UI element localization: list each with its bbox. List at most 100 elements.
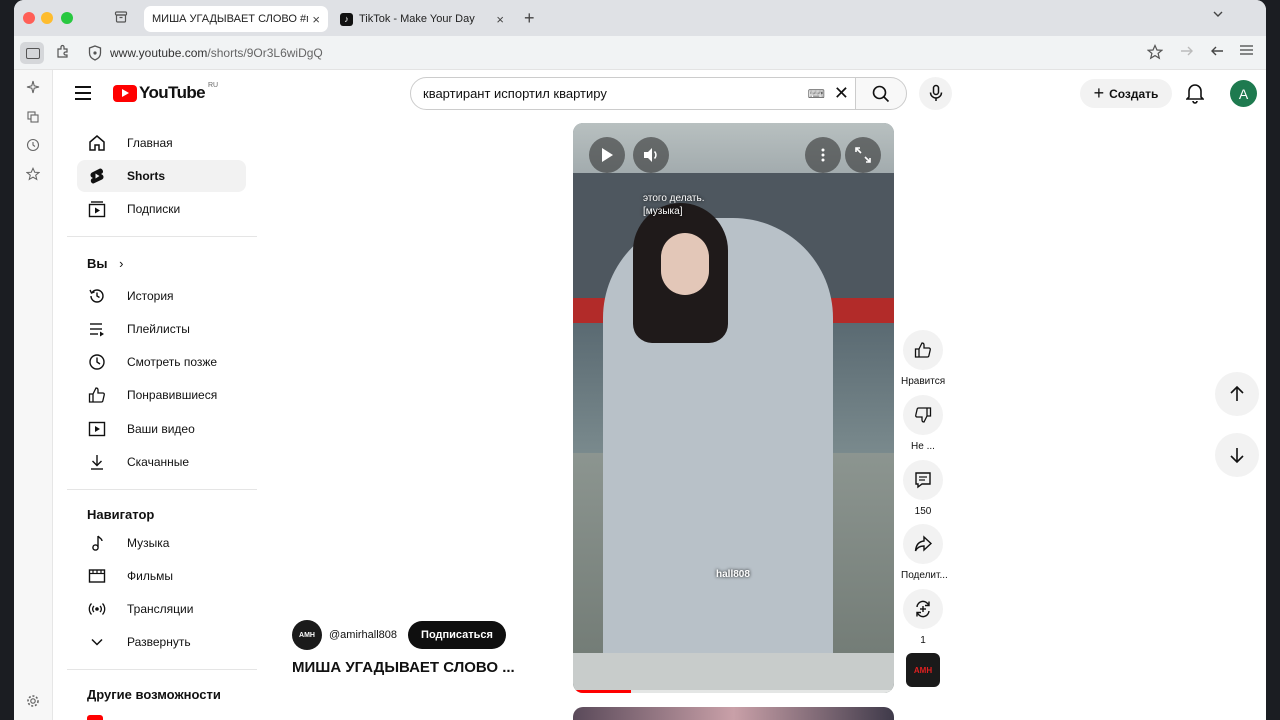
sidebar-item-films[interactable]: Фильмы	[77, 560, 246, 592]
live-icon	[87, 599, 107, 619]
tab-tiktok[interactable]: ♪ TikTok - Make Your Day ×	[332, 6, 512, 32]
download-icon	[87, 452, 107, 472]
remix-action: 1	[901, 589, 945, 646]
comments-button[interactable]	[903, 460, 943, 500]
create-button[interactable]: + Создать	[1080, 79, 1172, 108]
dislike-button[interactable]	[903, 395, 943, 435]
more-options-button[interactable]	[805, 137, 841, 173]
volume-button[interactable]	[633, 137, 669, 173]
channel-avatar[interactable]: AMH	[292, 620, 322, 650]
chevron-down-icon[interactable]	[1212, 8, 1224, 20]
previous-short-button[interactable]	[1215, 372, 1259, 416]
next-short-button[interactable]	[1215, 433, 1259, 477]
sidebar-item-live[interactable]: Трансляции	[77, 593, 246, 625]
collections-icon[interactable]	[26, 110, 42, 126]
thumb-up-icon	[87, 385, 107, 405]
tab-youtube[interactable]: МИША УГАДЫВАЕТ СЛОВО #м ×	[144, 6, 328, 89]
tab-archive-icon[interactable]	[114, 10, 130, 26]
search-button[interactable]	[855, 77, 907, 110]
subscriptions-icon	[87, 199, 107, 219]
sidebar-item-label: Подписки	[127, 202, 181, 216]
comments-count: 150	[914, 506, 932, 517]
fullscreen-button[interactable]	[845, 137, 881, 173]
sidebar-toggle-icon[interactable]	[20, 42, 44, 64]
more-vertical-icon	[821, 148, 825, 162]
youtube-page: YouTube RU квартирант испортил квартиру …	[53, 70, 1266, 720]
browser-side-rail	[14, 70, 53, 720]
share-button[interactable]	[903, 524, 943, 564]
account-avatar[interactable]: А	[1230, 80, 1257, 107]
browser-window: МИША УГАДЫВАЕТ СЛОВО #м × ♪ TikTok - Mak…	[14, 0, 1266, 720]
arrow-down-icon	[1230, 448, 1244, 464]
music-icon	[87, 533, 107, 553]
channel-thumbnail[interactable]: AMH	[906, 653, 940, 687]
sidebar-item-expand[interactable]: Развернуть	[77, 626, 246, 658]
remix-button[interactable]	[903, 589, 943, 629]
sidebar-item-label: Скачанные	[127, 455, 190, 469]
tab-bar: МИША УГАДЫВАЕТ СЛОВО #м × ♪ TikTok - Mak…	[14, 0, 1266, 89]
voice-search-button[interactable]	[919, 77, 952, 110]
play-button[interactable]	[589, 137, 625, 173]
favorites-star-icon[interactable]	[26, 167, 42, 183]
thumb-down-icon	[915, 407, 932, 423]
sidebar-item-subscriptions[interactable]: Подписки	[77, 193, 246, 225]
video-progress-fill	[573, 690, 631, 693]
channel-logo-text: AMH	[299, 631, 315, 639]
channel-logo-text: AMH	[913, 665, 933, 675]
sidebar-item-label: Ваши видео	[127, 422, 195, 436]
chevron-down-icon	[87, 632, 107, 652]
sidebar-item-music[interactable]: Музыка	[77, 527, 246, 559]
share-label: Поделит...	[901, 570, 948, 581]
sidebar-section-you[interactable]: Вы ›	[87, 256, 123, 271]
video-progress-bar[interactable]	[573, 690, 894, 693]
sidebar-item-label: Развернуть	[127, 635, 191, 649]
shield-icon[interactable]	[88, 45, 102, 61]
youtube-premium-icon[interactable]	[87, 715, 103, 720]
sidebar-item-history[interactable]: История	[77, 280, 246, 312]
like-button[interactable]	[903, 330, 943, 370]
sidebar-item-downloads[interactable]: Скачанные	[77, 446, 246, 478]
film-icon	[87, 566, 107, 586]
search-input[interactable]: квартирант испортил квартиру ⌨ ✕	[410, 77, 856, 110]
sidebar-item-watch-later[interactable]: Смотреть позже	[77, 346, 246, 378]
keyboard-icon[interactable]: ⌨	[808, 87, 825, 101]
sparkle-icon[interactable]	[26, 80, 42, 96]
next-short-preview[interactable]	[573, 707, 894, 720]
hamburger-menu-icon[interactable]	[75, 86, 91, 100]
notifications-bell-icon[interactable]	[1186, 82, 1204, 104]
maximize-window-button[interactable]	[61, 12, 73, 24]
settings-gear-icon[interactable]	[26, 694, 42, 710]
volume-icon	[644, 148, 657, 162]
menu-icon[interactable]	[1240, 44, 1253, 56]
extensions-icon[interactable]	[56, 44, 70, 58]
bookmark-star-icon[interactable]	[1147, 44, 1163, 60]
close-tab-icon[interactable]: ×	[496, 12, 504, 27]
new-tab-icon[interactable]: +	[524, 8, 535, 29]
microphone-icon	[929, 84, 942, 101]
close-tab-icon[interactable]: ×	[312, 12, 320, 27]
sidebar-item-home[interactable]: Главная	[77, 127, 246, 159]
youtube-play-icon	[113, 84, 137, 102]
sidebar-item-liked[interactable]: Понравившиеся	[77, 379, 246, 411]
sidebar-item-label: Главная	[127, 136, 173, 150]
comments-action: 150	[901, 460, 945, 517]
short-title[interactable]: МИША УГАДЫВАЕТ СЛОВО ...	[292, 659, 515, 676]
history-icon[interactable]	[26, 138, 42, 154]
minimize-window-button[interactable]	[41, 12, 53, 24]
url-field[interactable]: www.youtube.com/shorts/9Or3L6wiDgQ	[110, 46, 323, 60]
subscribe-button[interactable]: Подписаться	[408, 621, 506, 649]
sidebar-item-your-videos[interactable]: Ваши видео	[77, 413, 246, 445]
sidebar-item-playlists[interactable]: Плейлисты	[77, 313, 246, 345]
short-video-player[interactable]: этого делать. [музыка] hall808	[573, 123, 894, 693]
channel-handle[interactable]: @amirhall808	[329, 629, 397, 641]
tiktok-icon: ♪	[340, 12, 353, 26]
video-caption: этого делать. [музыка]	[643, 192, 705, 218]
fullscreen-icon	[855, 147, 871, 163]
sidebar-item-shorts[interactable]: Shorts	[77, 160, 246, 192]
home-icon	[87, 133, 107, 153]
youtube-logo[interactable]: YouTube RU	[113, 82, 218, 103]
clear-search-icon[interactable]: ✕	[834, 83, 849, 104]
forward-arrow-icon[interactable]	[1180, 44, 1194, 58]
close-window-button[interactable]	[23, 12, 35, 24]
back-arrow-icon[interactable]	[1210, 44, 1224, 58]
